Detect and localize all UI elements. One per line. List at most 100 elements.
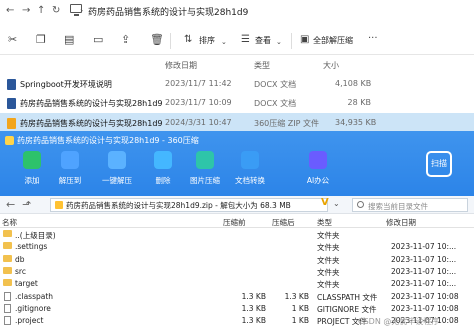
up-arrow-icon[interactable]: ↑ xyxy=(37,5,45,16)
entry-type: GITIGNORE 文件 xyxy=(317,304,377,314)
tool-button[interactable]: AI办公 xyxy=(296,151,340,193)
word-document-icon xyxy=(7,79,16,90)
extract-all-icon[interactable]: ▣ xyxy=(300,34,309,46)
file-name: 药房药品销售系统的设计与实现28h1d9 xyxy=(20,119,163,128)
cut-icon[interactable]: ✂ xyxy=(8,34,17,46)
file-type: DOCX 文档 xyxy=(254,99,297,108)
tool-button[interactable]: 解压到 xyxy=(48,151,92,193)
search-icon xyxy=(357,201,364,208)
archive-row[interactable]: .classpath 1.3 KB 1.3 KB CLASSPATH 文件 2023-1… xyxy=(0,291,474,303)
entry-modified: 2023-11-07 10:08 xyxy=(391,291,459,301)
file-name: 药房药品销售系统的设计与实现28h1d9 xyxy=(20,99,163,108)
path-dropdown-icon[interactable]: ⌄ xyxy=(333,199,340,208)
file-size: 28 KB xyxy=(347,98,371,107)
column-compressed-after[interactable]: 压缩后 xyxy=(272,217,295,228)
address-path[interactable]: 药房药品销售系统的设计与实现28h1d9 xyxy=(88,5,248,18)
entry-name: src xyxy=(15,266,26,276)
view-chevron-icon[interactable]: ⌄ xyxy=(276,36,282,48)
column-size[interactable]: 大小 xyxy=(323,60,339,71)
word-document-icon xyxy=(7,98,16,109)
toolbar-divider xyxy=(170,33,171,49)
archive-row[interactable]: .settings 文件夹 2023-11-07 10:... xyxy=(0,241,474,253)
more-options-icon[interactable]: ··· xyxy=(368,33,378,45)
file-type: 360压缩 ZIP 文件 xyxy=(254,119,320,128)
copy-icon[interactable]: ❐ xyxy=(36,34,46,46)
sort-chevron-icon[interactable]: ⌄ xyxy=(221,36,227,48)
zip-window: 药房药品销售系统的设计与实现28h1d9 - 360压缩 添加 解压到 一键解压 删除… xyxy=(0,131,474,333)
tool-button[interactable]: 一键解压 xyxy=(95,151,139,193)
view-button[interactable]: 查看 xyxy=(255,35,271,46)
column-date[interactable]: 修改日期 xyxy=(165,60,197,71)
tool-label: AI办公 xyxy=(306,176,330,185)
archive-row[interactable]: ..(上级目录) 文件夹 xyxy=(0,229,474,241)
column-compressed-before[interactable]: 压缩前 xyxy=(223,217,246,228)
file-date: 2023/11/7 11:42 xyxy=(165,79,232,88)
one-click-extract-icon xyxy=(108,151,126,169)
entry-size-before: 1.3 KB xyxy=(241,316,266,326)
file-row[interactable]: 药房药品销售系统的设计与实现28h1d9 2023/11/7 10:09 DOCX … xyxy=(0,93,474,112)
explorer-column-header: 修改日期 类型 大小 xyxy=(0,56,474,72)
folder-icon xyxy=(3,279,12,287)
scan-button[interactable]: 扫描 xyxy=(426,151,452,177)
zip-app-icon xyxy=(5,136,14,145)
file-icon xyxy=(4,303,11,313)
zip-file-icon xyxy=(55,201,63,209)
view-icon[interactable]: ☰ xyxy=(241,34,250,46)
entry-name: .classpath xyxy=(15,291,54,301)
tool-label: 删除 xyxy=(155,176,171,185)
tool-label: 图片压缩 xyxy=(190,176,220,185)
rename-icon[interactable]: ▭ xyxy=(93,34,103,46)
extract-to-icon xyxy=(61,151,79,169)
archive-path-field[interactable]: 药房药品销售系统的设计与实现28h1d9.zip - 解包大小为 68.3 MB xyxy=(50,198,328,212)
breadcrumb-chevron-icon: › xyxy=(80,6,84,15)
zip-file-icon xyxy=(7,118,16,129)
paste-icon[interactable]: ▤ xyxy=(64,34,74,46)
tool-label: 一键解压 xyxy=(102,176,132,185)
column-name[interactable]: 名称 xyxy=(2,217,17,228)
tool-button[interactable]: 文档转换 xyxy=(228,151,272,193)
extract-all-button[interactable]: 全部解压缩 xyxy=(313,35,353,46)
entry-name: db xyxy=(15,254,25,264)
column-type[interactable]: 类型 xyxy=(317,217,332,228)
up-folder-icon[interactable]: ⬏ xyxy=(22,198,31,211)
search-placeholder: 搜索当前目录文件 xyxy=(368,202,428,211)
file-icon xyxy=(4,291,11,301)
archive-row[interactable]: .gitignore 1.3 KB 1 KB GITIGNORE 文件 2023-11-… xyxy=(0,303,474,315)
back-icon[interactable]: ← xyxy=(6,5,14,16)
archive-row[interactable]: src 文件夹 2023-11-07 10:... xyxy=(0,266,474,278)
share-icon[interactable]: ⇪ xyxy=(121,34,130,46)
entry-size-before: 1.3 KB xyxy=(241,303,266,313)
watermark: CSDN @无忧毕设程序 xyxy=(358,317,440,326)
delete-icon xyxy=(154,151,172,169)
archive-row[interactable]: db 文件夹 2023-11-07 10:... xyxy=(0,254,474,266)
entry-modified: 2023-11-07 10:08 xyxy=(391,303,459,313)
sort-icon[interactable]: ⇅ xyxy=(184,34,192,46)
entry-type: 文件夹 xyxy=(317,231,340,240)
archive-search-input[interactable]: 搜索当前目录文件 xyxy=(352,198,468,212)
file-row[interactable]: 药房药品销售系统的设计与实现28h1d9 2024/3/31 10:47 360压缩… xyxy=(0,113,474,132)
image-compress-icon xyxy=(196,151,214,169)
entry-modified: 2023-11-07 10:... xyxy=(391,242,457,252)
back-arrow-icon[interactable]: ← xyxy=(6,198,15,211)
delete-icon[interactable]: 🗑 xyxy=(150,34,164,46)
forward-icon[interactable]: → xyxy=(22,5,30,16)
refresh-icon[interactable]: ↻ xyxy=(52,5,60,16)
file-row[interactable]: Springboot开发环境说明 2023/11/7 11:42 DOCX 文档 4,… xyxy=(0,74,474,93)
entry-size-after: 1 KB xyxy=(291,303,309,313)
folder-icon xyxy=(3,254,12,262)
zip-address-bar: ← ⬏ 药房药品销售系统的设计与实现28h1d9.zip - 解包大小为 68.… xyxy=(0,196,474,214)
zip-toolbar: 药房药品销售系统的设计与实现28h1d9 - 360压缩 添加 解压到 一键解压 删除… xyxy=(0,131,474,196)
zip-column-header: 名称 压缩前 压缩后 类型 修改日期 xyxy=(0,215,474,228)
archive-path-text: 药房药品销售系统的设计与实现28h1d9.zip - 解包大小为 68.3 MB xyxy=(66,201,291,210)
tool-button[interactable]: 图片压缩 xyxy=(183,151,227,193)
column-modified[interactable]: 修改日期 xyxy=(386,217,416,228)
toolbar-divider xyxy=(291,33,292,49)
column-type[interactable]: 类型 xyxy=(254,60,270,71)
archive-row[interactable]: target 文件夹 2023-11-07 10:... xyxy=(0,278,474,290)
entry-modified: 2023-11-07 10:... xyxy=(391,266,457,276)
tool-button[interactable]: 删除 xyxy=(141,151,185,193)
explorer-toolbar: ✂ ❐ ▤ ▭ ⇪ 🗑 ⇅ 排序 ⌄ ☰ 查看 ⌄ ▣ 全部解压缩 ··· xyxy=(0,25,474,55)
tool-label: 解压到 xyxy=(58,176,82,185)
sort-button[interactable]: 排序 xyxy=(199,35,215,46)
ai-office-icon xyxy=(309,151,327,169)
